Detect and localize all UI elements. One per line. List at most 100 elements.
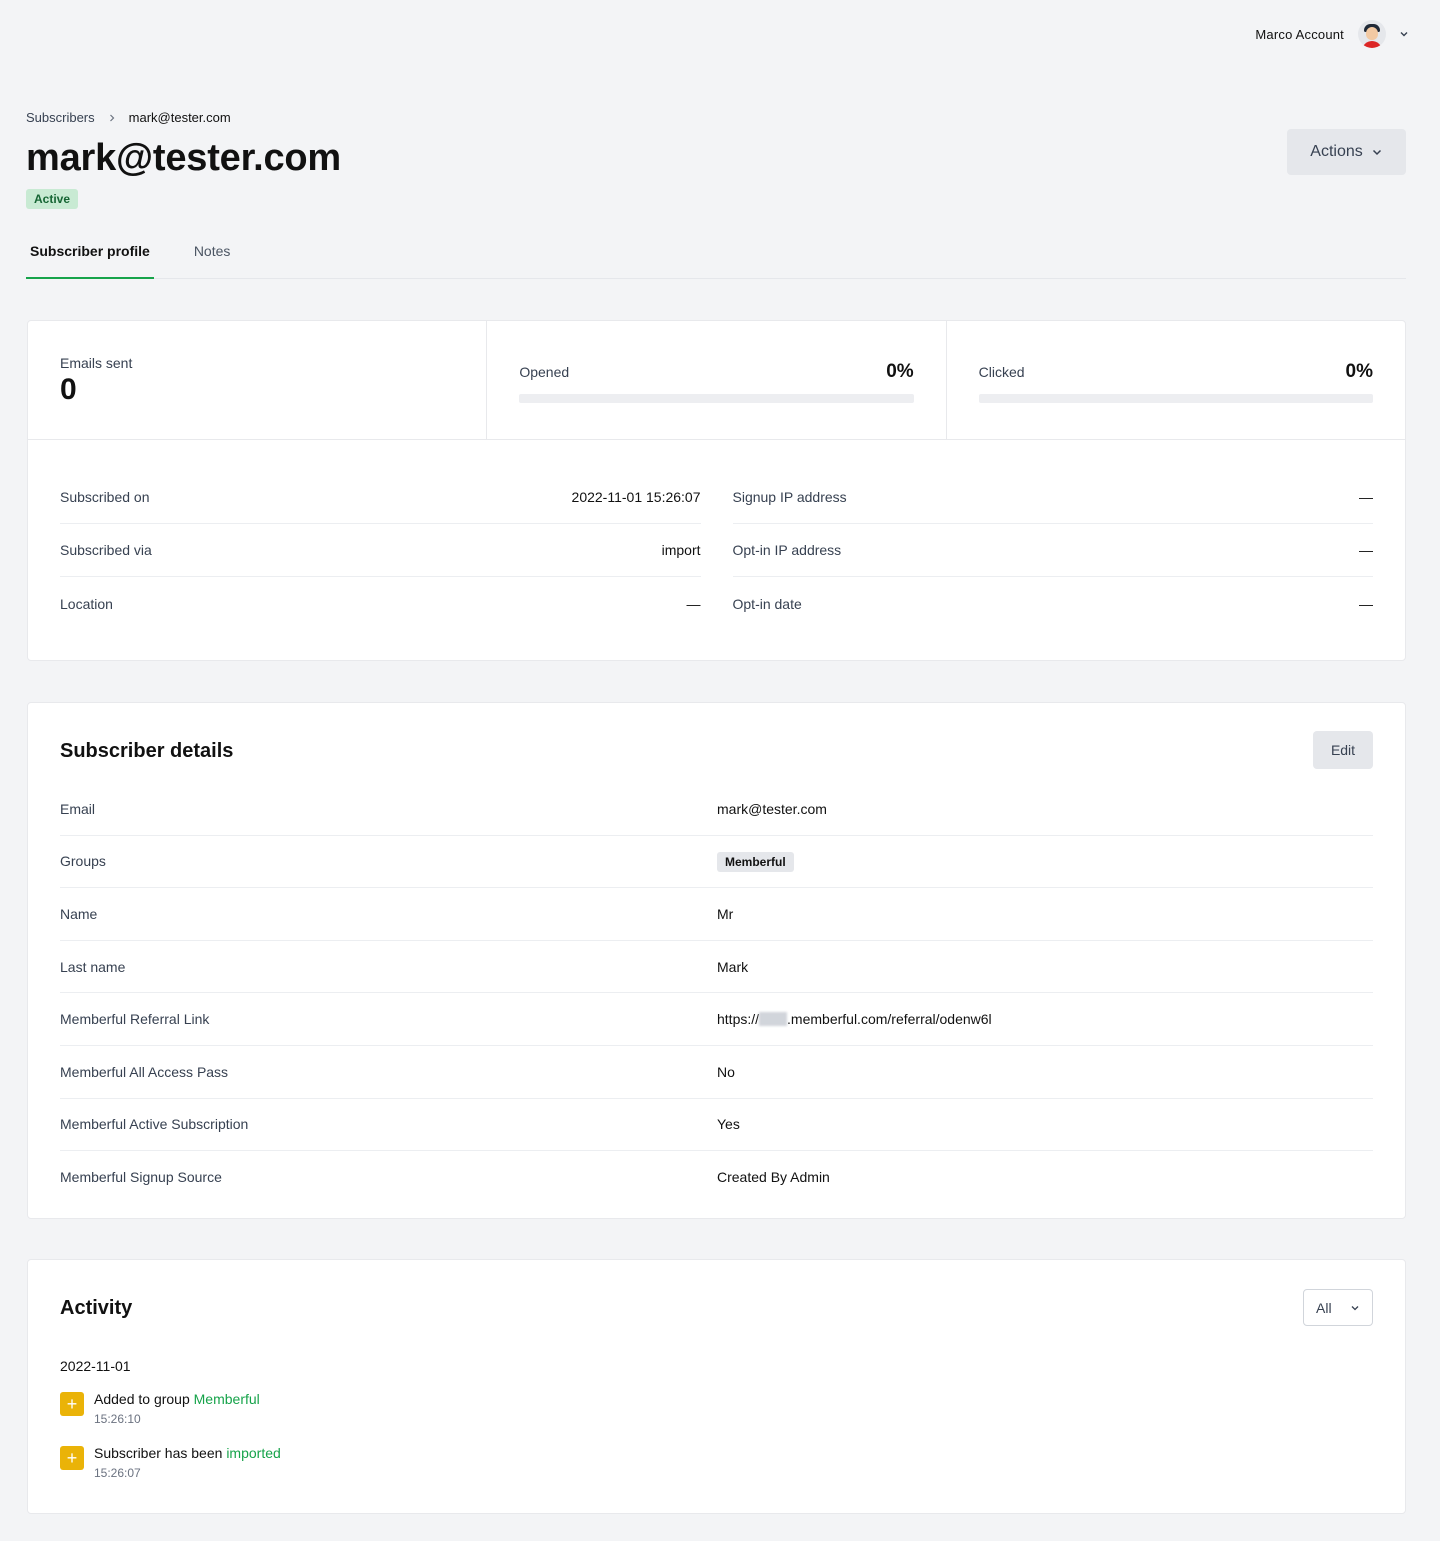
chevron-down-icon [1351,1305,1359,1310]
clicked-label: Clicked [978,364,1025,380]
activity-link[interactable]: Memberful [194,1391,260,1407]
breadcrumb-current: mark@tester.com [128,110,231,125]
info-label: Signup IP address [732,489,847,505]
opened-progress-bar [519,394,914,403]
account-menu[interactable]: Marco Account [1255,20,1410,48]
detail-row-last-name: Last name Mark [60,941,1373,994]
tabs: Subscriber profile Notes [26,235,1406,279]
detail-row-groups: Groups Memberful [60,836,1373,889]
detail-row-active-subscription: Memberful Active Subscription Yes [60,1099,1373,1152]
emails-sent-label: Emails sent [60,355,133,371]
info-label: Subscribed on [60,489,150,505]
plus-icon: + [60,1446,84,1470]
redacted-block [759,1012,788,1027]
status-badge: Active [26,189,79,209]
activity-filter-select[interactable]: All [1303,1289,1373,1326]
info-row: Subscribed via import [60,524,701,577]
opened-stat: Opened 0% [487,321,947,439]
activity-date: 2022-11-01 [60,1358,131,1374]
info-row: Subscribed on 2022-11-01 15:26:07 [60,471,701,524]
activity-description: Added to group [94,1391,194,1407]
detail-row-all-access-pass: Memberful All Access Pass No [60,1046,1373,1099]
info-column-right: Signup IP address — Opt-in IP address — … [732,471,1374,630]
info-row: Location — [60,577,701,630]
activity-item: + Subscriber has been imported 15:26:07 [60,1445,281,1499]
subscription-info: Subscribed on 2022-11-01 15:26:07 Subscr… [28,440,1405,630]
activity-description: Subscriber has been [94,1445,227,1461]
info-value: — [1359,489,1373,505]
detail-label: Memberful Active Subscription [60,1116,249,1133]
detail-row-referral-link: Memberful Referral Link https:// .memberf… [60,993,1373,1046]
avatar[interactable] [1358,20,1386,48]
detail-label: Last name [60,958,126,975]
stats-row: Emails sent 0 Opened 0% Clicked 0% [28,321,1405,440]
account-name: Marco Account [1255,26,1344,42]
detail-label: Email [60,800,96,817]
edit-button[interactable]: Edit [1313,731,1373,769]
chevron-down-icon[interactable] [1398,28,1410,40]
detail-label: Memberful Signup Source [60,1169,222,1186]
info-row: Opt-in date — [733,577,1374,630]
opened-label: Opened [519,364,570,380]
info-label: Opt-in date [732,595,802,612]
detail-value: mark@tester.com [717,800,827,817]
info-value: — [1359,542,1373,558]
chevron-down-icon [1372,149,1381,156]
activity-text: Added to group Memberful [94,1391,260,1407]
detail-label: Memberful Referral Link [60,1011,210,1028]
clicked-value: 0% [1345,361,1373,382]
subscriber-details-card: Subscriber details Edit Email mark@teste… [27,702,1406,1219]
info-label: Location [60,595,113,612]
emails-sent-stat: Emails sent 0 [28,321,488,439]
referral-link-prefix: https:// [717,1011,760,1028]
activity-filter-value: All [1316,1299,1332,1316]
info-value: — [1359,595,1373,612]
referral-link-suffix: .memberful.com/referral/odenw6l [787,1011,992,1028]
activity-link[interactable]: imported [226,1445,280,1461]
opened-value: 0% [886,361,914,382]
activity-time: 15:26:10 [94,1412,141,1426]
detail-value: No [717,1063,735,1080]
detail-row-signup-source: Memberful Signup Source Created By Admin [60,1151,1373,1204]
page-title: mark@tester.com [26,137,341,179]
info-label: Opt-in IP address [732,542,842,558]
info-value: import [661,542,701,558]
breadcrumb-subscribers-link[interactable]: Subscribers [26,110,95,125]
referral-link-value: https:// .memberful.com/referral/odenw6l [717,1011,992,1027]
activity-text: Subscriber has been imported [94,1445,281,1461]
clicked-stat: Clicked 0% [947,321,1405,439]
info-label: Subscribed via [60,542,152,558]
detail-label: Groups [60,853,106,870]
detail-row-name: Name Mr [60,888,1373,941]
stats-card: Emails sent 0 Opened 0% Clicked 0% Subsc… [27,320,1406,661]
actions-button[interactable]: Actions [1287,129,1406,175]
detail-value: Yes [717,1116,740,1133]
detail-label: Name [60,905,98,922]
detail-value: Created By Admin [717,1169,830,1186]
info-value: 2022-11-01 15:26:07 [571,489,701,505]
breadcrumb: Subscribers mark@tester.com [26,110,231,125]
info-row: Opt-in IP address — [732,524,1373,577]
group-tag[interactable]: Memberful [717,852,794,873]
activity-item: + Added to group Memberful 15:26:10 [60,1391,281,1445]
emails-sent-value: 0 [60,373,77,406]
activity-list: + Added to group Memberful 15:26:10 + Su… [60,1391,281,1499]
detail-label: Memberful All Access Pass [60,1063,229,1080]
info-column-left: Subscribed on 2022-11-01 15:26:07 Subscr… [60,471,701,630]
plus-icon: + [60,1392,84,1416]
section-title: Subscriber details [60,740,234,762]
clicked-progress-bar [978,394,1373,403]
detail-row-email: Email mark@tester.com [60,783,1373,836]
info-value: — [686,595,701,612]
chevron-right-icon [109,114,114,121]
activity-time: 15:26:07 [94,1466,141,1480]
details-list: Email mark@tester.com Groups Memberful N… [60,783,1373,1204]
info-row: Signup IP address — [732,471,1373,524]
section-title: Activity [60,1297,133,1319]
detail-value: Mr [717,905,734,922]
tab-subscriber-profile[interactable]: Subscriber profile [26,235,154,279]
activity-card: Activity All 2022-11-01 + Added to group… [27,1259,1406,1514]
actions-label: Actions [1310,143,1363,160]
detail-value: Mark [717,958,749,975]
tab-notes[interactable]: Notes [190,235,235,279]
